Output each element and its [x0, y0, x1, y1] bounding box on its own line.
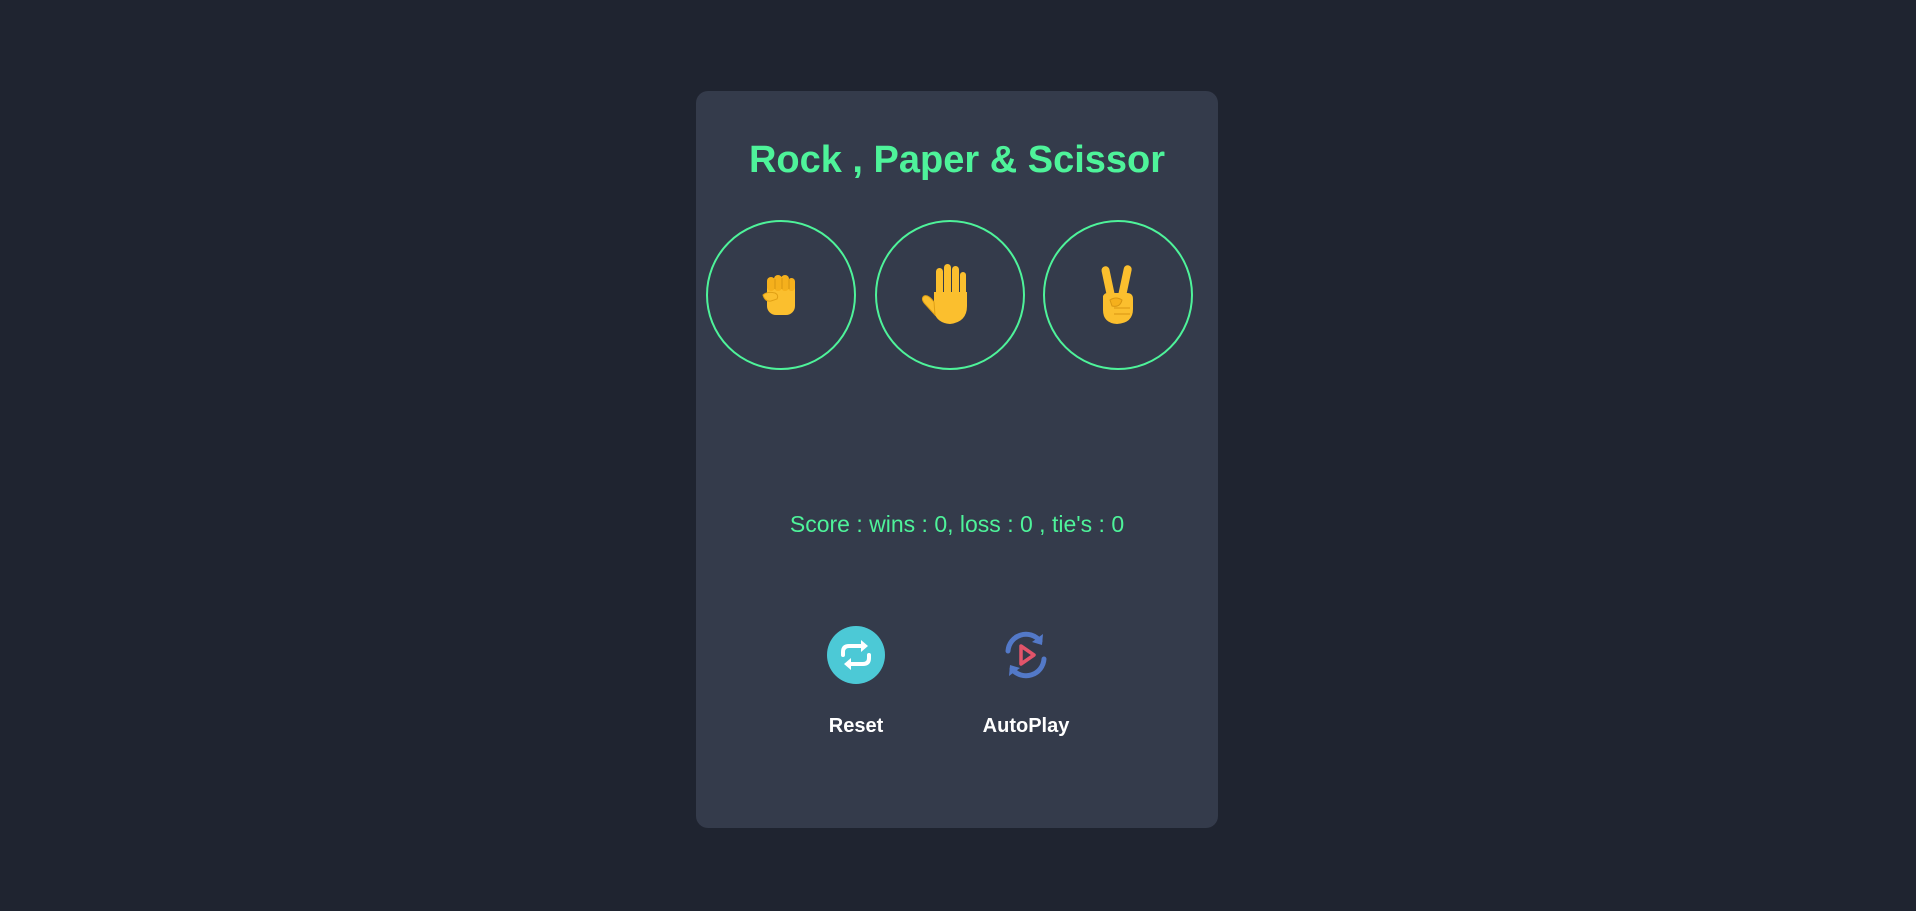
game-title: Rock , Paper & Scissor — [748, 139, 1166, 181]
autoplay-icon[interactable] — [996, 625, 1056, 685]
loss-label: , loss : — [947, 511, 1020, 537]
score-prefix: Score : wins : — [789, 511, 935, 537]
reset-arrows-icon[interactable] — [826, 625, 886, 685]
rock-button[interactable] — [706, 220, 856, 370]
raised-hand-icon — [921, 264, 967, 324]
autoplay-label: AutoPlay — [982, 715, 1070, 737]
autoplay-button[interactable]: AutoPlay — [966, 625, 1086, 738]
victory-hand-icon — [1101, 265, 1133, 324]
wins-count: 0 — [934, 511, 948, 537]
reset-button[interactable]: Reset — [806, 625, 906, 738]
ties-label: , tie's : — [1032, 511, 1112, 537]
loss-count: 0 — [1019, 511, 1033, 537]
paper-button[interactable] — [875, 220, 1025, 370]
raised-fist-icon — [762, 275, 795, 315]
ties-count: 0 — [1111, 511, 1125, 537]
game-card: Rock , Paper & Scissor Score: wins: 0,… — [696, 91, 1218, 828]
reset-label: Reset — [828, 715, 884, 737]
score-text: Score : wins : 0, loss : 0 , tie's : 0 — [696, 511, 1218, 538]
scissors-button[interactable] — [1043, 220, 1193, 370]
